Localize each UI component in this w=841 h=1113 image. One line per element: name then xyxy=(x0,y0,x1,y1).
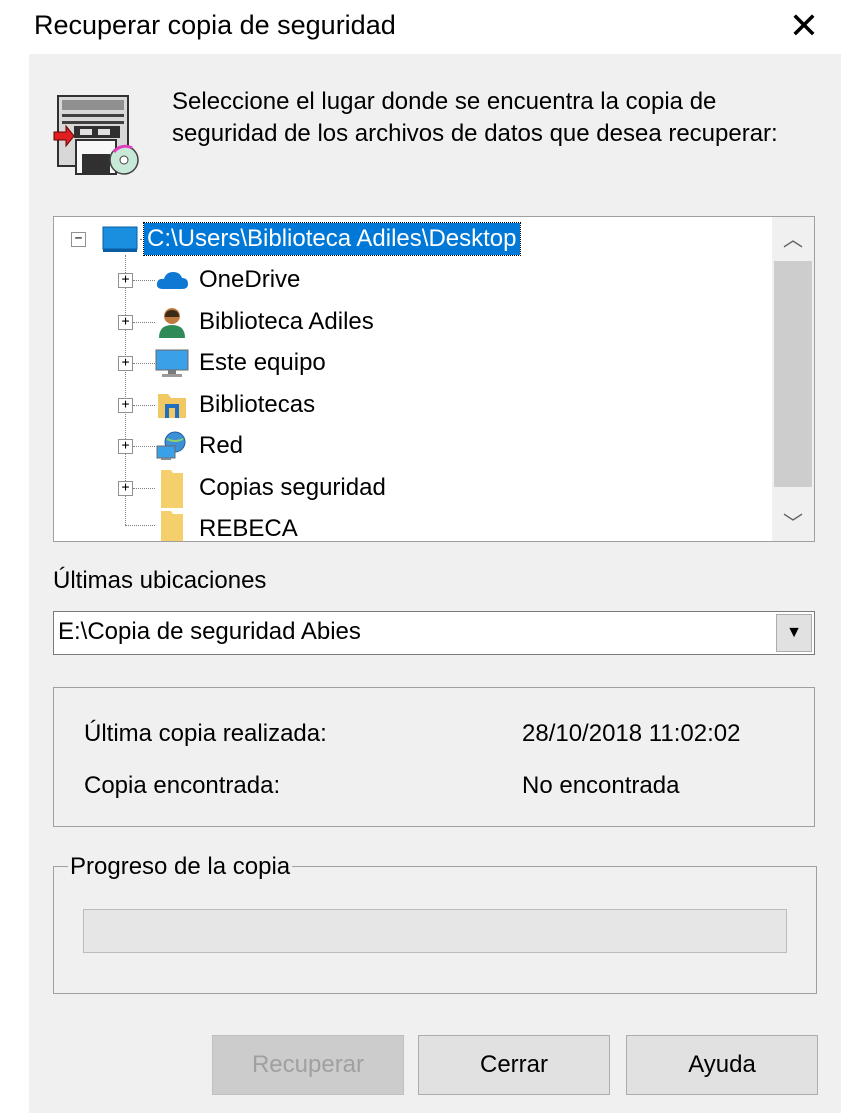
help-button[interactable]: Ayuda xyxy=(626,1035,818,1095)
tree-node-label: C:\Users\Biblioteca Adiles\Desktop xyxy=(143,222,521,256)
folder-icon xyxy=(154,470,190,508)
tree-connector xyxy=(133,280,155,281)
close-icon[interactable]: ✕ xyxy=(782,6,826,46)
recent-locations-label: Últimas ubicaciones xyxy=(53,567,267,594)
desktop-icon xyxy=(102,223,138,255)
tree-node-user[interactable]: Biblioteca Adiles xyxy=(154,302,377,342)
tree-expander-computer[interactable]: + xyxy=(118,356,133,371)
instructions-text: Seleccione el lugar donde se encuentra l… xyxy=(172,88,778,147)
tree-expander-onedrive[interactable]: + xyxy=(118,273,133,288)
tree-node-label: Copias seguridad xyxy=(199,474,386,501)
recover-button[interactable]: Recuperar xyxy=(212,1035,404,1095)
tree-connector xyxy=(133,446,155,447)
tree-expander-backups[interactable]: + xyxy=(118,481,133,496)
backup-info-panel xyxy=(53,687,815,827)
tree-node-libraries[interactable]: Bibliotecas xyxy=(154,385,318,425)
scroll-down-icon[interactable]: ﹀ xyxy=(772,501,814,541)
tree-connector xyxy=(133,363,155,364)
title-bar: Recuperar copia de seguridad ✕ xyxy=(0,0,841,54)
progress-group-title: Progreso de la copia xyxy=(68,853,293,881)
user-icon xyxy=(154,306,190,338)
computer-icon xyxy=(154,347,190,379)
tree-expander-network[interactable]: + xyxy=(118,439,133,454)
tree-node-label: Biblioteca Adiles xyxy=(199,308,374,335)
tree-connector xyxy=(133,322,155,323)
scroll-up-icon[interactable]: ︿ xyxy=(772,217,814,257)
tree-node-computer[interactable]: Este equipo xyxy=(154,343,329,383)
backup-restore-icon xyxy=(53,95,139,175)
close-button[interactable]: Cerrar xyxy=(418,1035,610,1095)
network-icon xyxy=(154,430,190,462)
tree-node-label: OneDrive xyxy=(199,266,301,293)
chevron-down-icon[interactable]: ▼ xyxy=(776,614,812,652)
folder-icon xyxy=(154,511,190,541)
copy-progress-bar xyxy=(83,909,787,953)
folder-tree[interactable]: − C:\Users\Biblioteca Adiles\Desktop + O… xyxy=(53,216,815,542)
tree-expander-user[interactable]: + xyxy=(118,315,133,330)
tree-connector xyxy=(133,488,155,489)
last-copy-value: 28/10/2018 11:02:02 xyxy=(522,720,741,747)
tree-node-rebeca[interactable]: REBECA xyxy=(154,509,301,542)
tree-node-backups[interactable]: Copias seguridad xyxy=(154,468,389,508)
tree-connector xyxy=(125,525,155,526)
recent-locations-value: E:\Copia de seguridad Abies xyxy=(58,618,361,645)
tree-node-onedrive[interactable]: OneDrive xyxy=(154,260,303,300)
found-copy-value: No encontrada xyxy=(522,772,680,799)
window-title: Recuperar copia de seguridad xyxy=(34,10,396,40)
tree-node-desktop[interactable]: C:\Users\Biblioteca Adiles\Desktop xyxy=(102,219,521,259)
onedrive-cloud-icon xyxy=(154,264,190,296)
found-copy-label: Copia encontrada: xyxy=(84,772,281,799)
recent-locations-dropdown[interactable]: E:\Copia de seguridad Abies ▼ xyxy=(53,611,815,655)
tree-node-label: REBECA xyxy=(199,515,298,542)
tree-connector xyxy=(133,405,155,406)
tree-expander-root[interactable]: − xyxy=(71,232,86,247)
scroll-thumb[interactable] xyxy=(774,261,812,487)
tree-node-network[interactable]: Red xyxy=(154,426,246,466)
tree-node-label: Bibliotecas xyxy=(199,391,316,418)
tree-node-label: Este equipo xyxy=(199,349,326,376)
tree-expander-libraries[interactable]: + xyxy=(118,398,133,413)
tree-content: − C:\Users\Biblioteca Adiles\Desktop + O… xyxy=(54,217,772,541)
last-copy-label: Última copia realizada: xyxy=(84,720,327,747)
tree-vertical-scrollbar[interactable]: ︿ ﹀ xyxy=(772,217,814,541)
tree-node-label: Red xyxy=(199,432,244,459)
libraries-folder-icon xyxy=(154,389,190,421)
